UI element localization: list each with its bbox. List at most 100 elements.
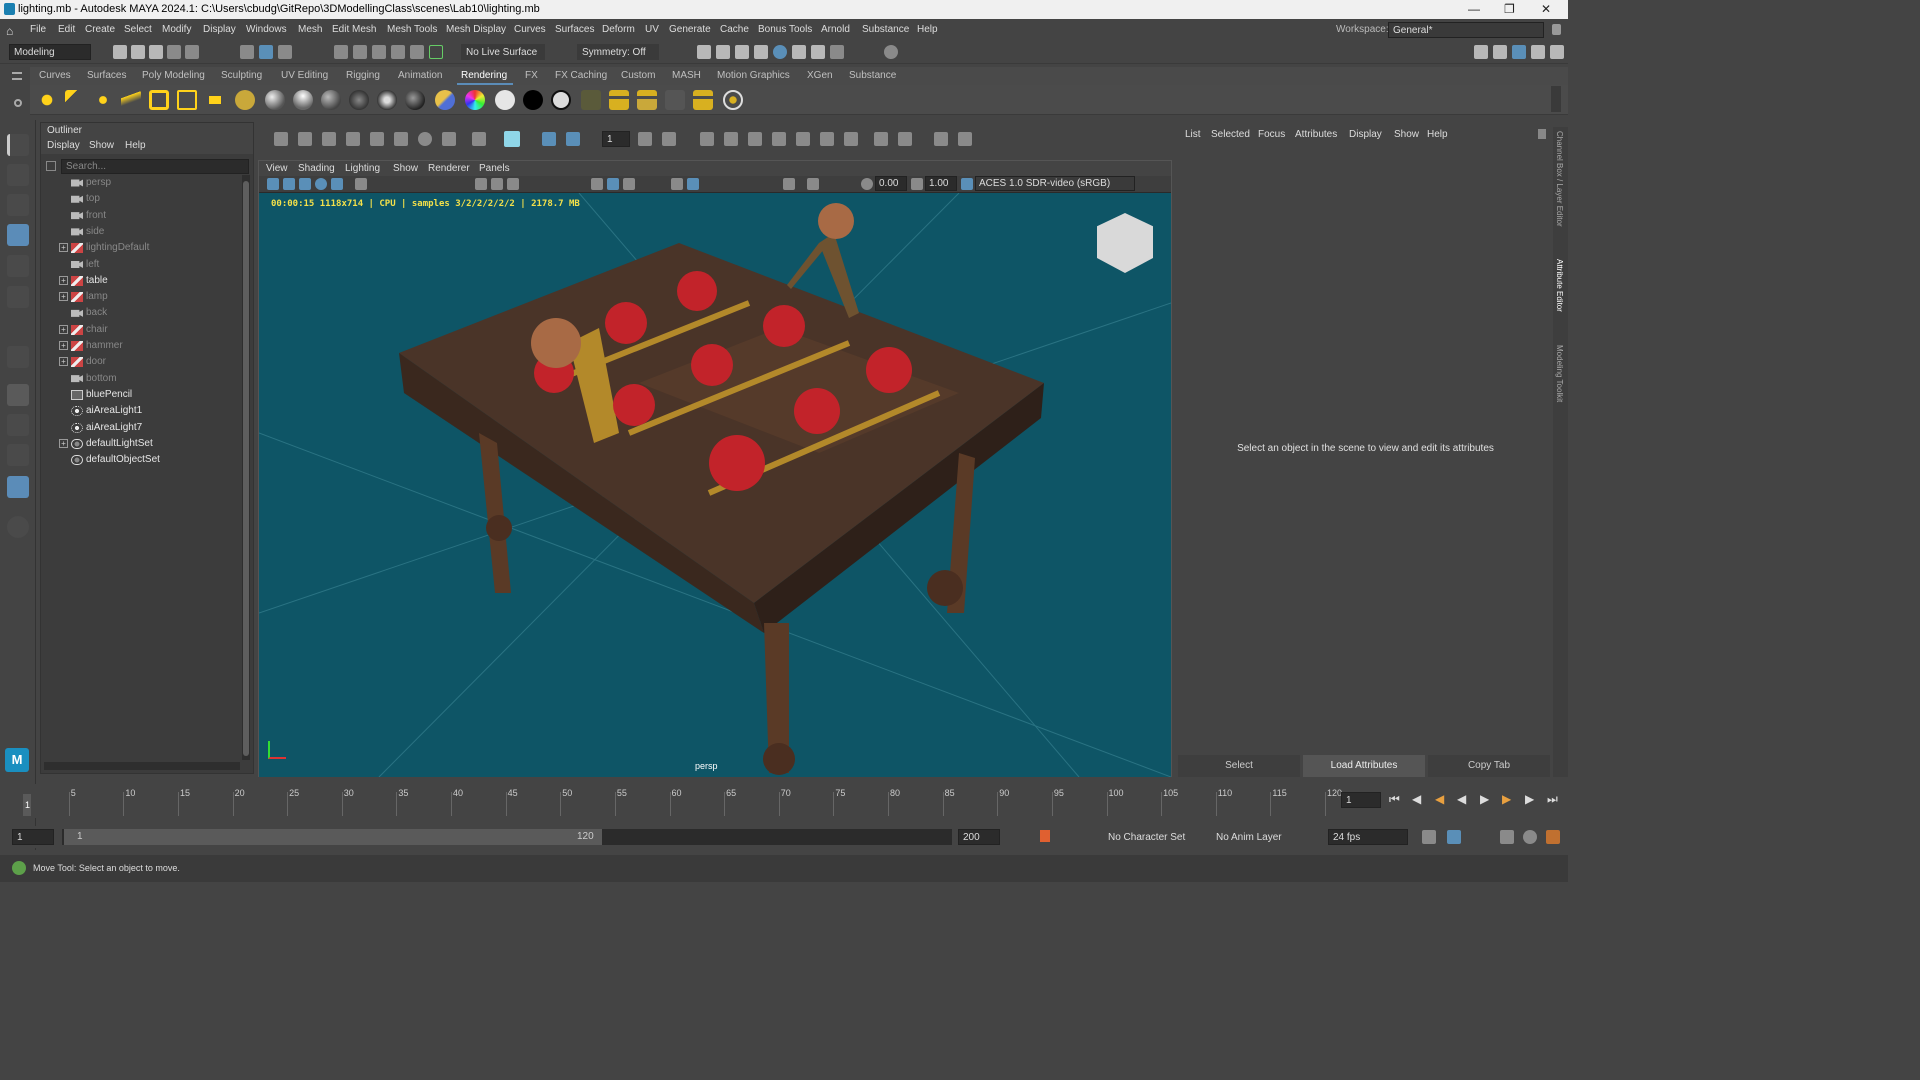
delete-frame-icon[interactable] (724, 132, 738, 146)
phong-sphere-icon[interactable] (321, 90, 341, 110)
panel-menu-lighting[interactable]: Lighting (345, 163, 380, 174)
arnold-ipr-icon[interactable] (811, 45, 825, 59)
shelf-tab-xgen[interactable]: XGen (807, 70, 833, 81)
workspace-dropdown[interactable]: General* (1388, 22, 1544, 38)
sound-icon[interactable] (1500, 830, 1514, 844)
close-icon[interactable]: ✕ (1541, 2, 1551, 16)
render-setup-icon[interactable] (637, 90, 657, 110)
render-frame-icon[interactable] (716, 45, 730, 59)
shelf-options-icon[interactable] (12, 72, 22, 80)
menu-select[interactable]: Select (124, 24, 152, 35)
color-space-dropdown[interactable]: ACES 1.0 SDR-video (sRGB) (975, 176, 1135, 191)
filter-icon[interactable] (46, 161, 56, 171)
wireframe-icon[interactable] (591, 178, 603, 190)
text-tool-icon[interactable] (346, 132, 360, 146)
auto-key-icon[interactable] (1040, 830, 1050, 842)
two-view-icon[interactable] (7, 444, 29, 466)
lasso-pencil-icon[interactable] (472, 132, 486, 146)
prev-key-icon[interactable] (638, 132, 652, 146)
directional-light-icon[interactable] (65, 90, 85, 110)
undo-icon[interactable] (167, 45, 181, 59)
shelf-tab-rendering[interactable]: Rendering (461, 70, 507, 81)
gamma-icon[interactable] (911, 178, 923, 190)
shelf-tab-curves[interactable]: Curves (39, 70, 71, 81)
outliner-menu-help[interactable]: Help (125, 140, 146, 151)
blinn-sphere-icon[interactable] (265, 90, 285, 110)
attribute-editor-toggle-icon[interactable] (1512, 45, 1526, 59)
open-scene-icon[interactable] (131, 45, 145, 59)
copy-icon[interactable] (820, 132, 834, 146)
arrow-tool-icon[interactable] (394, 132, 408, 146)
snap-curve-icon[interactable] (353, 45, 367, 59)
shelf-gear-icon[interactable] (14, 99, 22, 107)
outliner-menu-display[interactable]: Display (47, 140, 80, 151)
current-frame-field[interactable]: 1 (1341, 792, 1381, 808)
arnold-render-icon[interactable] (792, 45, 806, 59)
outliner-item-back[interactable]: back (47, 305, 243, 321)
shelf-tab-substance[interactable]: Substance (849, 70, 896, 81)
expand-icon[interactable]: + (59, 324, 68, 334)
shelf-tab-sculpting[interactable]: Sculpting (221, 70, 262, 81)
menu-surfaces[interactable]: Surfaces (555, 24, 594, 35)
anisotropic-sphere-icon[interactable] (349, 90, 369, 110)
shelf-tab-uv-editing[interactable]: UV Editing (281, 70, 328, 81)
home-icon[interactable]: ⌂ (6, 24, 19, 38)
step-forward-frame-icon[interactable]: ▶ (1502, 792, 1511, 806)
loop-icon[interactable] (1422, 830, 1436, 844)
textured-icon[interactable] (623, 178, 635, 190)
select-object-icon[interactable] (259, 45, 273, 59)
outliner-item-top[interactable]: top (47, 191, 243, 207)
step-back-frame-icon[interactable]: ◀ (1435, 792, 1444, 806)
next-key-icon[interactable] (662, 132, 676, 146)
menu-deform[interactable]: Deform (602, 24, 635, 35)
start-time-field[interactable]: 1 (12, 829, 54, 845)
menu-create[interactable]: Create (85, 24, 115, 35)
move-tool-icon[interactable] (7, 224, 29, 246)
load-attributes-button[interactable]: Load Attributes (1303, 755, 1425, 777)
range-slider-handle[interactable] (64, 829, 602, 845)
step-back-key-icon[interactable]: ◀ (1412, 792, 1421, 806)
outliner-layout-icon[interactable] (7, 476, 29, 498)
texture-swatch-icon[interactable] (581, 90, 601, 110)
live-surface-field[interactable]: No Live Surface (461, 44, 545, 60)
play-forward-icon[interactable]: ▶ (1480, 792, 1489, 806)
bookmarks-icon[interactable] (315, 178, 327, 190)
paint-select-icon[interactable] (7, 194, 29, 216)
shelf-tab-custom[interactable]: Custom (621, 70, 655, 81)
copy-tab-button[interactable]: Copy Tab (1428, 755, 1550, 777)
symmetry-dropdown[interactable]: Symmetry: Off (577, 44, 659, 60)
shelf-tab-poly-modeling[interactable]: Poly Modeling (142, 70, 205, 81)
frame-field[interactable]: 1 (602, 131, 630, 147)
menu-help[interactable]: Help (917, 24, 938, 35)
shelf-tab-mash[interactable]: MASH (672, 70, 701, 81)
xray-icon[interactable] (807, 178, 819, 190)
anim-layer-dropdown[interactable]: No Anim Layer (1211, 829, 1295, 845)
2d-pan-zoom-icon[interactable] (331, 178, 343, 190)
panel-menu-show[interactable]: Show (393, 163, 418, 174)
volume-light-icon[interactable] (177, 90, 197, 110)
outliner-menu-show[interactable]: Show (89, 140, 114, 151)
expand-icon[interactable]: + (59, 357, 68, 367)
grid-toggle-icon[interactable] (475, 178, 487, 190)
minimize-icon[interactable]: — (1468, 2, 1480, 16)
spot-light-icon[interactable] (121, 90, 141, 110)
menu-modify[interactable]: Modify (162, 24, 191, 35)
outliner-item-bottom[interactable]: bottom (47, 371, 243, 387)
layered-sphere-icon[interactable] (377, 90, 397, 110)
go-to-start-icon[interactable]: ⏮ (1389, 792, 1400, 807)
outliner-item-side[interactable]: side (47, 224, 243, 240)
outliner-item-hammer[interactable]: + hammer (47, 338, 243, 354)
save-scene-icon[interactable] (149, 45, 163, 59)
gamma-field[interactable]: 1.00 (925, 176, 957, 191)
expand-icon[interactable]: + (59, 341, 68, 350)
outliner-search-input[interactable]: Search... (61, 159, 249, 174)
shelf-tab-fx[interactable]: FX (525, 70, 538, 81)
image-plane-icon[interactable] (299, 178, 311, 190)
outliner-item-bluePencil[interactable]: bluePencil (47, 387, 243, 403)
ai-standard-surface-icon[interactable] (435, 90, 455, 110)
make-live-icon[interactable] (429, 45, 443, 59)
outliner-item-aiAreaLight7[interactable]: aiAreaLight7 (47, 420, 243, 436)
isolate-select-icon[interactable] (783, 178, 795, 190)
ghost-frame-icon[interactable] (566, 132, 580, 146)
rectangle-tool-icon[interactable] (442, 132, 456, 146)
